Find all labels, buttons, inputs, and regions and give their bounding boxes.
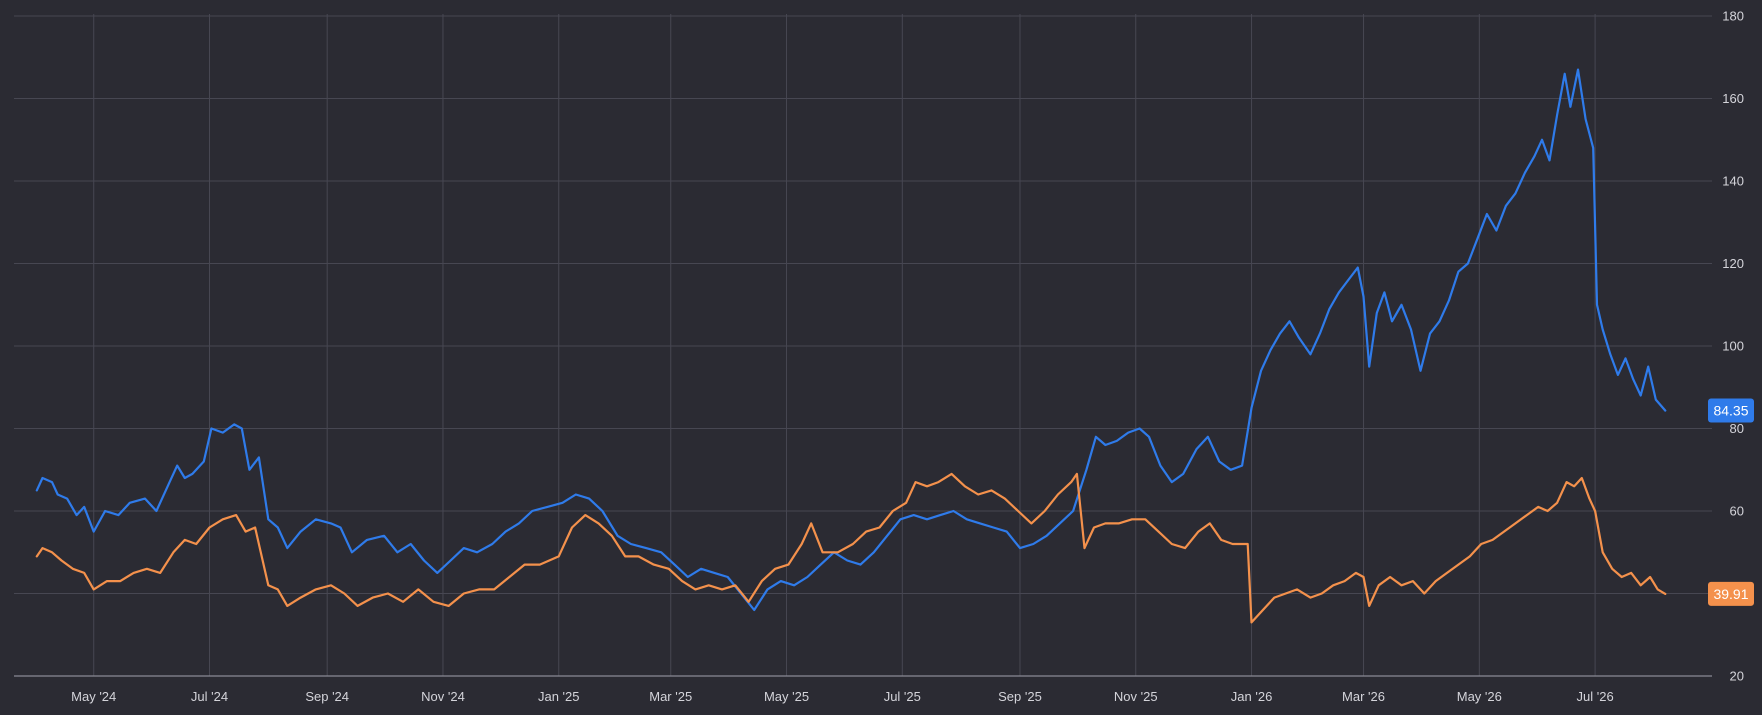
x-tick-label: Mar '25 bbox=[649, 689, 692, 704]
chart-background bbox=[0, 0, 1762, 715]
x-tick-label: May '24 bbox=[71, 689, 116, 704]
x-tick-label: May '26 bbox=[1457, 689, 1502, 704]
y-tick-label: 140 bbox=[1722, 174, 1744, 189]
x-tick-label: Jul '24 bbox=[191, 689, 228, 704]
y-tick-label: 80 bbox=[1730, 421, 1744, 436]
y-tick-label: 100 bbox=[1722, 339, 1744, 354]
x-tick-label: Jan '26 bbox=[1231, 689, 1273, 704]
x-tick-label: Mar '26 bbox=[1342, 689, 1385, 704]
y-tick-label: 120 bbox=[1722, 256, 1744, 271]
x-tick-label: Jul '26 bbox=[1577, 689, 1614, 704]
last-value-label: 84.35 bbox=[1713, 403, 1748, 419]
last-value-badge-1: 84.35 bbox=[1708, 398, 1754, 423]
last-value-badge-2: 39.91 bbox=[1708, 581, 1754, 606]
y-tick-label: 180 bbox=[1722, 9, 1744, 24]
y-tick-label: 20 bbox=[1730, 669, 1744, 684]
x-tick-label: May '25 bbox=[764, 689, 809, 704]
y-tick-label: 60 bbox=[1730, 504, 1744, 519]
x-tick-label: Sep '24 bbox=[305, 689, 349, 704]
x-tick-label: Jan '25 bbox=[538, 689, 580, 704]
x-tick-label: Jul '25 bbox=[884, 689, 921, 704]
line-chart: 20406080100120140160180May '24Jul '24Sep… bbox=[0, 0, 1762, 715]
last-value-label: 39.91 bbox=[1713, 586, 1748, 602]
chart-container: 20406080100120140160180May '24Jul '24Sep… bbox=[0, 0, 1762, 715]
y-tick-label: 160 bbox=[1722, 91, 1744, 106]
x-tick-label: Nov '25 bbox=[1114, 689, 1158, 704]
x-tick-label: Sep '25 bbox=[998, 689, 1042, 704]
x-tick-label: Nov '24 bbox=[421, 689, 465, 704]
